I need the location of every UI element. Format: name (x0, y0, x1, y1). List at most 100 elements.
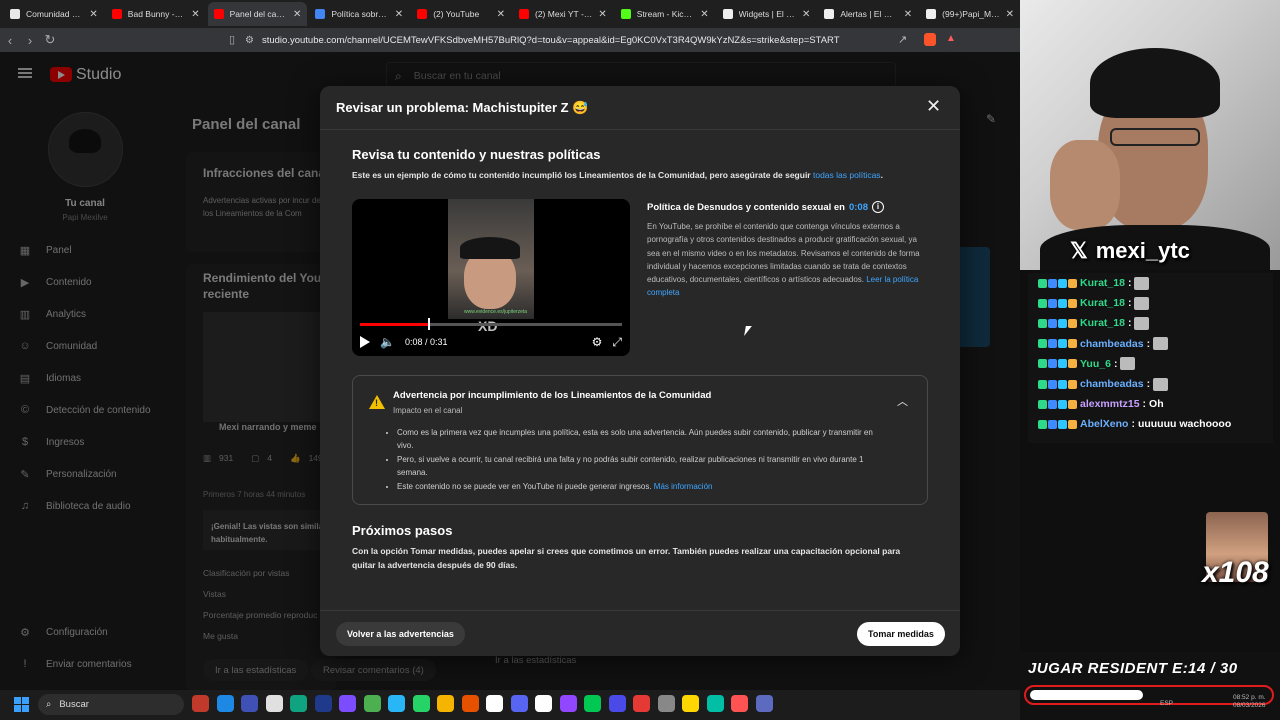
close-tab-icon[interactable]: ✕ (802, 9, 810, 20)
badge-icon (1058, 399, 1067, 409)
taskbar-app-icon[interactable] (437, 695, 454, 712)
reload-icon[interactable]: ↻ (40, 32, 60, 48)
chat-badges (1038, 419, 1077, 429)
browser-tab[interactable]: Widgets | El mejor s ✕ (717, 2, 817, 26)
browser-toolbar: ‹ › ↻ ▯ ⚙ studio.youtube.com/channel/UCE… (0, 28, 1020, 52)
browser-tab[interactable]: (2) Mexi YT - YouTu ✕ (513, 2, 613, 26)
review-issue-dialog: Revisar un problema: Machistupiter Z 😅 ✕… (320, 86, 960, 656)
taskbar-app-icon[interactable] (535, 695, 552, 712)
chat-username[interactable]: Kurat_18 (1080, 277, 1125, 289)
policy-timestamp-link[interactable]: 0:08 (849, 202, 868, 213)
chat-username[interactable]: chambeadas (1080, 378, 1144, 390)
video-scrubber[interactable] (427, 318, 430, 330)
taskbar-app-icon[interactable] (633, 695, 650, 712)
close-tab-icon[interactable]: ✕ (191, 9, 199, 20)
taskbar-app-icon[interactable] (412, 695, 430, 712)
video-progress-bar[interactable] (360, 318, 622, 330)
taskbar-app-icon[interactable] (290, 695, 307, 712)
close-icon[interactable]: ✕ (926, 96, 941, 117)
dialog-header: Revisar un problema: Machistupiter Z 😅 ✕ (320, 86, 960, 130)
taskbar-app-icon[interactable] (657, 695, 675, 712)
taskbar-app-icon[interactable] (608, 695, 626, 712)
site-info-icon[interactable]: ⚙ (245, 35, 254, 46)
play-icon[interactable] (360, 336, 370, 348)
chat-username[interactable]: chambeadas (1080, 338, 1144, 350)
chat-message: AbelXeno: uuuuuu wachoooo (1028, 414, 1273, 434)
close-tab-icon[interactable]: ✕ (497, 9, 505, 20)
browser-tab[interactable]: Política sobre Imág ✕ (309, 2, 409, 26)
volume-icon[interactable]: 🔈 (380, 335, 395, 349)
close-tab-icon[interactable]: ✕ (89, 9, 97, 20)
chat-badges (1038, 298, 1077, 308)
more-info-link[interactable]: Más información (654, 482, 713, 491)
taskbar-app-icon[interactable] (682, 695, 699, 712)
back-to-warnings-button[interactable]: Volver a las advertencias (336, 622, 465, 646)
browser-tab[interactable]: Bad Bunny - Tití Me ✕ (106, 2, 206, 26)
badge-icon (1068, 298, 1077, 308)
taskbar-app-icon[interactable] (339, 695, 356, 712)
forward-icon[interactable]: › (20, 33, 40, 48)
close-tab-icon[interactable]: ✕ (395, 9, 403, 20)
taskbar-app-icon[interactable] (241, 695, 258, 712)
take-action-button[interactable]: Tomar medidas (857, 622, 945, 646)
video-player[interactable]: www.evidence.es/jupiterzeta XD 🔈 0:08 / … (352, 199, 630, 356)
chat-username[interactable]: alexmmtz15 (1080, 398, 1140, 410)
share-icon[interactable]: ↗ (898, 33, 907, 46)
x-logo-icon: 𝕏 (1070, 238, 1088, 263)
browser-tab[interactable]: Stream - Kick D ✕ (615, 2, 715, 26)
taskbar-app-icon[interactable] (265, 695, 283, 712)
close-tab-icon[interactable]: ✕ (700, 9, 708, 20)
chat-username[interactable]: Kurat_18 (1080, 317, 1125, 329)
chevron-up-icon[interactable]: ︿ (897, 393, 908, 409)
fullscreen-icon[interactable]: ⤢ (612, 335, 622, 350)
brave-shield-icon[interactable] (924, 33, 936, 46)
close-tab-icon[interactable]: ✕ (904, 9, 912, 20)
taskbar-app-icon[interactable] (314, 695, 332, 712)
browser-tab[interactable]: Comunidad Calvexo ✕ (4, 2, 104, 26)
browser-tab[interactable]: Panel del canal ✕ (207, 2, 308, 26)
close-tab-icon[interactable]: ✕ (1006, 9, 1014, 20)
taskbar-app-icon[interactable] (731, 695, 748, 712)
video-watermark: www.evidence.es/jupiterzeta (464, 309, 528, 315)
chat-colon: : (1113, 357, 1118, 370)
address-bar[interactable]: ⚙ studio.youtube.com/channel/UCEMTewVFKS… (245, 32, 975, 49)
taskbar-app-icon[interactable] (216, 695, 234, 712)
goal-text: JUGAR RESIDENT E:14 / 30 (1028, 660, 1238, 677)
badge-icon (1048, 379, 1057, 389)
taskbar-app-icon[interactable] (388, 695, 405, 712)
all-policies-link[interactable]: todas las políticas (813, 170, 881, 180)
rewards-icon[interactable]: ▲ (946, 33, 956, 44)
taskbar-app-icon[interactable] (559, 695, 577, 712)
emote-icon (1134, 296, 1150, 310)
windows-start-icon[interactable] (14, 697, 29, 712)
browser-tab[interactable]: (2) YouTube ✕ (411, 2, 511, 26)
next-steps-text: Con la opción Tomar medidas, puedes apel… (352, 546, 901, 570)
back-icon[interactable]: ‹ (0, 33, 20, 48)
close-tab-icon[interactable]: ✕ (598, 9, 606, 20)
taskbar-app-icon[interactable] (461, 695, 479, 712)
chat-username[interactable]: Kurat_18 (1080, 297, 1125, 309)
tab-title: Widgets | El mejor s (738, 9, 796, 19)
chat-text: uuuuuu wachoooo (1137, 418, 1232, 431)
tab-title: Bad Bunny - Tití Me (127, 9, 185, 19)
chat-username[interactable]: AbelXeno (1080, 418, 1128, 430)
info-icon[interactable]: i (871, 201, 884, 213)
badge-icon (1048, 318, 1057, 328)
taskbar-app-icon[interactable] (755, 695, 773, 712)
close-tab-icon[interactable]: ✕ (293, 9, 301, 20)
tab-title: Stream - Kick D (636, 9, 695, 19)
taskbar-app-icon[interactable] (706, 695, 724, 712)
taskbar-app-icon[interactable] (584, 695, 601, 712)
taskbar-search[interactable]: ⌕ Buscar (38, 694, 184, 715)
bookmark-icon[interactable]: ▯ (222, 33, 242, 46)
taskbar-app-icon[interactable] (363, 695, 381, 712)
chat-username[interactable]: Yuu_6 (1080, 358, 1111, 370)
chat-text: Oh (1149, 398, 1164, 411)
taskbar-app-icon[interactable] (192, 695, 209, 712)
browser-tab[interactable]: (99+)Papi_Mexi (6 ✕ (920, 2, 1020, 26)
taskbar-app-icon[interactable] (486, 695, 503, 712)
emote-icon (1134, 276, 1150, 290)
taskbar-app-icon[interactable] (510, 695, 528, 712)
browser-tab[interactable]: Alertas | El mejor so ✕ (818, 2, 918, 26)
settings-icon[interactable]: ⚙ (592, 335, 603, 349)
